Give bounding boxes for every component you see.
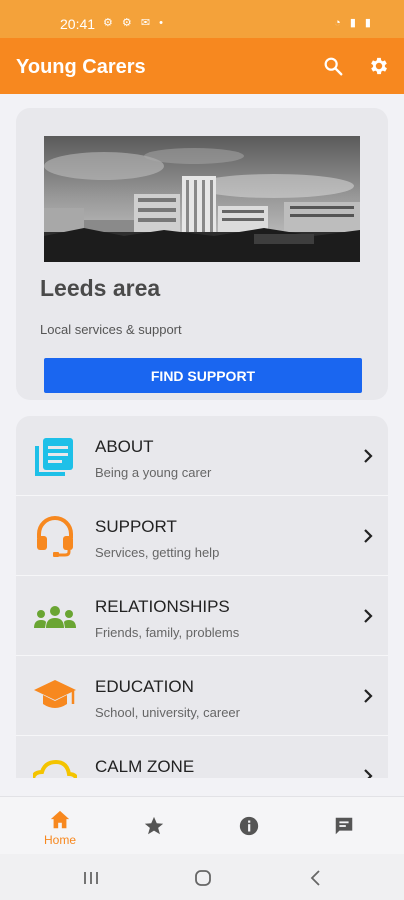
city-skyline-image (44, 136, 360, 262)
home-content[interactable]: Leeds area Local services & support FIND… (0, 94, 404, 778)
menu-item-title: CALM ZONE (95, 757, 195, 776)
menu-list: ABOUT Being a young carer SUPPORT Servic… (16, 416, 388, 778)
status-time: 20:41 (60, 16, 96, 32)
chat-icon (335, 817, 353, 835)
graduation-cap-icon (34, 680, 76, 708)
app-bar: Young Carers (0, 38, 404, 94)
chevron-right-icon (364, 769, 373, 778)
bottom-nav: Home (0, 796, 404, 854)
cloud-icon (33, 759, 77, 778)
menu-item-support[interactable]: SUPPORT Services, getting help (16, 496, 388, 576)
back-icon[interactable] (305, 867, 327, 889)
system-navigation-bar (0, 854, 404, 900)
location-card: Leeds area Local services & support FIND… (16, 108, 388, 400)
chevron-right-icon (364, 449, 373, 463)
menu-item-title: ABOUT (95, 437, 154, 456)
area-subtitle: Local services & support (40, 322, 182, 337)
gear-icon[interactable] (368, 55, 390, 77)
status-bar: 20:41 ⚙ ⚙ ✉ • ◔ ▮ ▮ (0, 0, 404, 38)
menu-item-calm-zone[interactable]: CALM ZONE (16, 736, 388, 778)
headset-icon (37, 516, 73, 557)
home-button-icon[interactable] (192, 867, 214, 889)
recent-apps-icon[interactable] (80, 867, 102, 889)
menu-item-about[interactable]: ABOUT Being a young carer (16, 416, 388, 496)
nav-home-label: Home (43, 833, 76, 847)
chevron-right-icon (364, 689, 373, 703)
menu-item-title: EDUCATION (95, 677, 194, 696)
menu-item-title: RELATIONSHIPS (95, 597, 230, 616)
people-group-icon (34, 606, 76, 628)
nav-info[interactable] (219, 797, 279, 855)
nav-home[interactable]: Home (30, 797, 90, 855)
menu-item-subtitle: Services, getting help (95, 545, 220, 560)
chevron-right-icon (364, 529, 373, 543)
star-icon (144, 816, 164, 835)
menu-item-relationships[interactable]: RELATIONSHIPS Friends, family, problems (16, 576, 388, 656)
status-notification-icons: ⚙ ⚙ ✉ • (103, 17, 166, 29)
menu-item-title: SUPPORT (95, 517, 177, 536)
status-system-icons: ◔ ▮ ▮ (334, 17, 374, 29)
menu-item-subtitle: Being a young carer (95, 465, 212, 480)
nav-messages[interactable] (314, 797, 374, 855)
menu-item-subtitle: Friends, family, problems (95, 625, 240, 640)
menu-item-subtitle: School, university, career (95, 705, 240, 720)
app-title: Young Carers (16, 56, 146, 78)
area-title: Leeds area (40, 275, 161, 301)
info-icon (239, 816, 259, 836)
chevron-right-icon (364, 609, 373, 623)
nav-favourites[interactable] (124, 797, 184, 855)
document-list-icon (35, 438, 73, 476)
menu-item-education[interactable]: EDUCATION School, university, career (16, 656, 388, 736)
find-support-button[interactable]: FIND SUPPORT (44, 358, 362, 393)
search-icon[interactable] (322, 55, 344, 77)
home-icon (50, 810, 70, 829)
